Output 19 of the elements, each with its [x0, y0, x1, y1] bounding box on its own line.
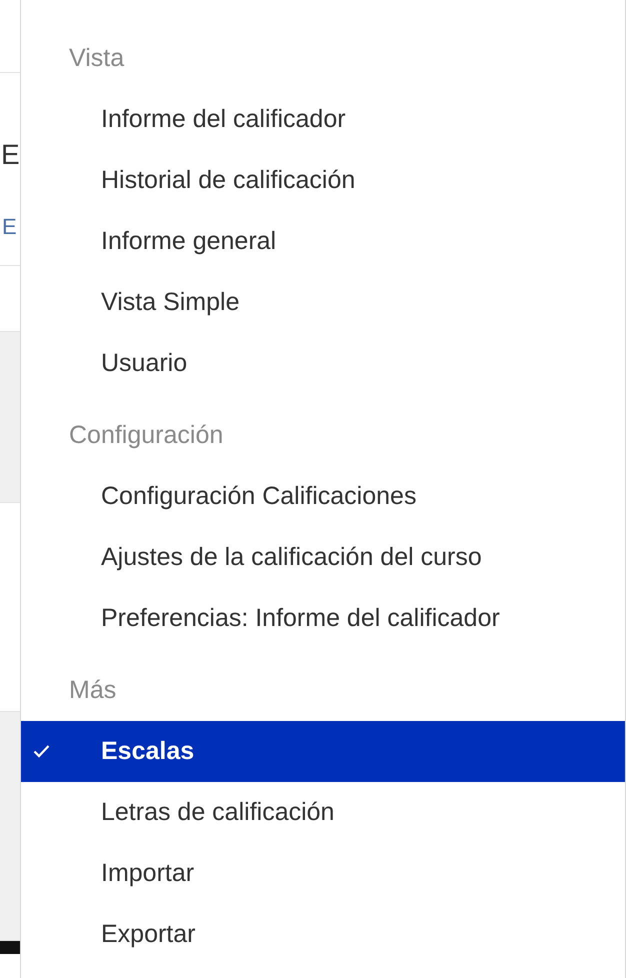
menu-section-header: Más	[69, 676, 116, 705]
menu-item[interactable]: Usuario	[21, 333, 625, 394]
menu-item[interactable]: Configuración Calificaciones	[21, 466, 625, 527]
menu-item[interactable]: Informe general	[21, 211, 625, 272]
menu-section-header: Configuración	[69, 421, 224, 450]
menu-item[interactable]: Escalas	[21, 721, 625, 782]
page-heading: E	[1, 138, 20, 172]
menu-item[interactable]: Exportar	[21, 904, 625, 965]
menu-item[interactable]: Historial de calificación	[21, 150, 625, 211]
menu-item[interactable]: Ajustes de la calificación del curso	[21, 527, 625, 588]
menu-item[interactable]: Letras de calificación	[21, 782, 625, 843]
menu-item[interactable]: Informe del calificador	[21, 89, 625, 150]
page-subheading: E	[2, 213, 18, 241]
check-icon	[33, 744, 50, 758]
menu-section-header: Vista	[69, 44, 124, 73]
menu-item[interactable]: Vista Simple	[21, 272, 625, 333]
footer-bar	[0, 941, 20, 954]
menu-item[interactable]: Preferencias: Informe del calificador	[21, 588, 625, 649]
menu-item[interactable]: Importar	[21, 843, 625, 904]
